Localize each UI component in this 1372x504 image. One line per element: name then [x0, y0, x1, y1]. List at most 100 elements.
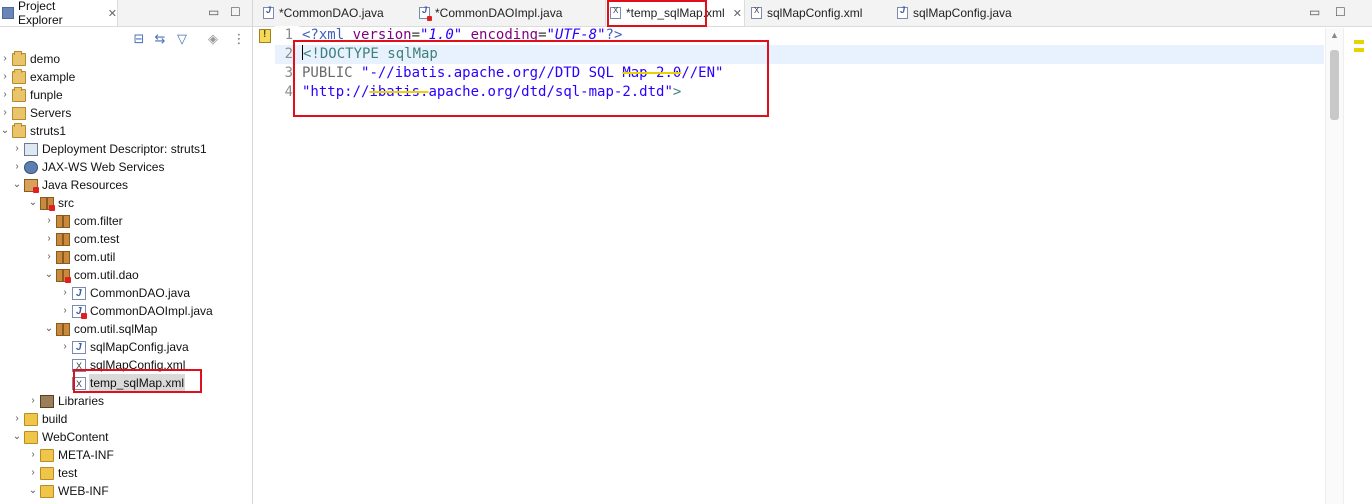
- tree-item-src[interactable]: ⌄ src: [0, 194, 252, 212]
- tab-sqlmapconfig-xml[interactable]: sqlMapConfig.xml: [747, 0, 887, 26]
- minimize-icon[interactable]: ▭: [1309, 5, 1320, 19]
- collapse-arrow-icon[interactable]: ⌄: [44, 320, 54, 338]
- scroll-up-arrow-icon[interactable]: ▲: [1330, 30, 1339, 40]
- tree-item-com-util-sqlmap[interactable]: ⌄ com.util.sqlMap: [0, 320, 252, 338]
- collapse-arrow-icon[interactable]: ⌄: [12, 176, 22, 194]
- web-services-icon: [24, 160, 38, 174]
- overview-ruler[interactable]: [1343, 28, 1372, 504]
- tree-item-servers[interactable]: › Servers: [0, 104, 252, 122]
- close-icon[interactable]: ✕: [733, 7, 742, 20]
- tree-item-com-util-dao[interactable]: ⌄ com.util.dao: [0, 266, 252, 284]
- tree-item-example[interactable]: › example: [0, 68, 252, 86]
- warning-overview-marker[interactable]: [1354, 48, 1364, 52]
- java-file-icon: [263, 5, 274, 19]
- tree-item-meta-inf[interactable]: › META-INF: [0, 446, 252, 464]
- expand-arrow-icon[interactable]: ›: [0, 104, 10, 122]
- collapse-arrow-icon[interactable]: ⌄: [0, 122, 10, 140]
- tab-commondaoimpl-java[interactable]: *CommonDAOImpl.java: [415, 0, 601, 26]
- tab-commondao-java[interactable]: *CommonDAO.java: [259, 0, 411, 26]
- tree-item-build[interactable]: › build: [0, 410, 252, 428]
- tree-item-sqlmapconfig-java[interactable]: › sqlMapConfig.java: [0, 338, 252, 357]
- folder-icon: [40, 484, 54, 498]
- expand-arrow-icon[interactable]: ›: [28, 446, 38, 464]
- tree-item-com-filter[interactable]: › com.filter: [0, 212, 252, 230]
- explorer-toolbar: ⊟ ⇆ ▽ ◈ ⋮: [0, 27, 252, 51]
- tree-item-label: META-INF: [58, 448, 114, 462]
- tree-item-label: com.util.sqlMap: [74, 322, 158, 336]
- expand-arrow-icon[interactable]: ›: [60, 338, 70, 356]
- filter-icon[interactable]: ▽: [174, 31, 190, 47]
- collapse-all-icon[interactable]: ⊟: [131, 31, 147, 47]
- sync-icon[interactable]: ◈: [205, 31, 221, 47]
- tree-item-label: Deployment Descriptor: struts1: [42, 142, 207, 156]
- tree-item-struts1[interactable]: ⌄ struts1: [0, 122, 252, 140]
- tree-item-label: Java Resources: [42, 178, 129, 192]
- expand-arrow-icon[interactable]: ›: [12, 158, 22, 176]
- collapse-arrow-icon[interactable]: ⌄: [28, 482, 38, 500]
- maximize-icon[interactable]: ☐: [230, 5, 241, 19]
- tree-item-commondaoimpl-java[interactable]: › CommonDAOImpl.java: [0, 302, 252, 321]
- expand-arrow-icon[interactable]: ›: [28, 392, 38, 410]
- tab-label: sqlMapConfig.java: [913, 6, 1012, 20]
- collapse-arrow-icon[interactable]: ⌄: [44, 266, 54, 284]
- expand-arrow-icon[interactable]: ›: [60, 284, 70, 302]
- explorer-tabbar: Project Explorer ✕ ▭ ☐: [0, 0, 252, 27]
- project-folder-icon: [12, 68, 26, 84]
- view-menu-icon[interactable]: ⋮: [231, 31, 247, 47]
- package-icon: [56, 322, 70, 336]
- tree-item-web-inf[interactable]: ⌄ WEB-INF: [0, 482, 252, 500]
- expand-arrow-icon[interactable]: ›: [44, 212, 54, 230]
- tree-item-label: Servers: [30, 106, 72, 120]
- expand-arrow-icon[interactable]: ›: [44, 248, 54, 266]
- libraries-icon: [40, 394, 54, 408]
- close-icon[interactable]: ✕: [108, 7, 117, 20]
- expand-arrow-icon[interactable]: ›: [0, 68, 10, 86]
- tree-item-label: demo: [30, 52, 61, 66]
- minimize-icon[interactable]: ▭: [208, 5, 219, 19]
- project-explorer-title: Project Explorer: [17, 0, 63, 27]
- expand-arrow-icon[interactable]: ›: [28, 464, 38, 482]
- tree-item-com-test[interactable]: › com.test: [0, 230, 252, 248]
- tree-item-libraries[interactable]: › Libraries: [0, 392, 252, 410]
- java-resources-icon: [24, 178, 39, 193]
- tree-item-com-util[interactable]: › com.util: [0, 248, 252, 266]
- tree-item-label: struts1: [30, 124, 67, 138]
- tree-item-label: WEB-INF: [58, 484, 109, 498]
- tree-item-label: WebContent: [42, 430, 109, 444]
- maximize-icon[interactable]: ☐: [1335, 5, 1346, 19]
- tab-sqlmapconfig-java[interactable]: sqlMapConfig.java: [893, 0, 1033, 26]
- tree-item-test[interactable]: › test: [0, 464, 252, 482]
- scrollbar-thumb[interactable]: [1330, 50, 1339, 120]
- tab-label: *CommonDAOImpl.java: [435, 6, 563, 20]
- deployment-descriptor-icon: [24, 142, 38, 156]
- expand-arrow-icon[interactable]: ›: [60, 302, 70, 320]
- project-explorer-tab[interactable]: Project Explorer ✕: [0, 0, 118, 27]
- expand-arrow-icon[interactable]: ›: [0, 50, 10, 68]
- tab-label: *CommonDAO.java: [279, 6, 384, 20]
- tree-item-commondao-java[interactable]: › CommonDAO.java: [0, 284, 252, 303]
- expand-arrow-icon[interactable]: ›: [12, 410, 22, 428]
- folder-icon: [40, 448, 54, 462]
- warning-marker-icon[interactable]: [259, 29, 271, 43]
- vertical-scrollbar[interactable]: ▲: [1325, 28, 1344, 504]
- link-with-editor-icon[interactable]: ⇆: [152, 31, 168, 47]
- warning-overview-marker[interactable]: [1354, 40, 1364, 44]
- tree-item-webcontent[interactable]: ⌄ WebContent: [0, 428, 252, 446]
- tree-item-label: src: [58, 196, 74, 210]
- java-file-icon: [72, 285, 86, 303]
- tree-item-deployment-descriptor[interactable]: › Deployment Descriptor: struts1: [0, 140, 252, 158]
- highlight-box-tab: [607, 0, 707, 27]
- highlight-box-tree: [73, 369, 202, 393]
- tree-item-jaxws[interactable]: › JAX-WS Web Services: [0, 158, 252, 176]
- collapse-arrow-icon[interactable]: ⌄: [12, 428, 22, 446]
- highlight-box-code: [293, 40, 769, 117]
- tree-item-java-resources[interactable]: ⌄ Java Resources: [0, 176, 252, 194]
- tree-item-demo[interactable]: › demo: [0, 50, 252, 68]
- tree-item-funple[interactable]: › funple: [0, 86, 252, 104]
- collapse-arrow-icon[interactable]: ⌄: [28, 194, 38, 212]
- expand-arrow-icon[interactable]: ›: [12, 140, 22, 158]
- package-icon: [56, 250, 70, 264]
- expand-arrow-icon[interactable]: ›: [0, 86, 10, 104]
- expand-arrow-icon[interactable]: ›: [44, 230, 54, 248]
- tree-item-label: CommonDAO.java: [90, 286, 191, 300]
